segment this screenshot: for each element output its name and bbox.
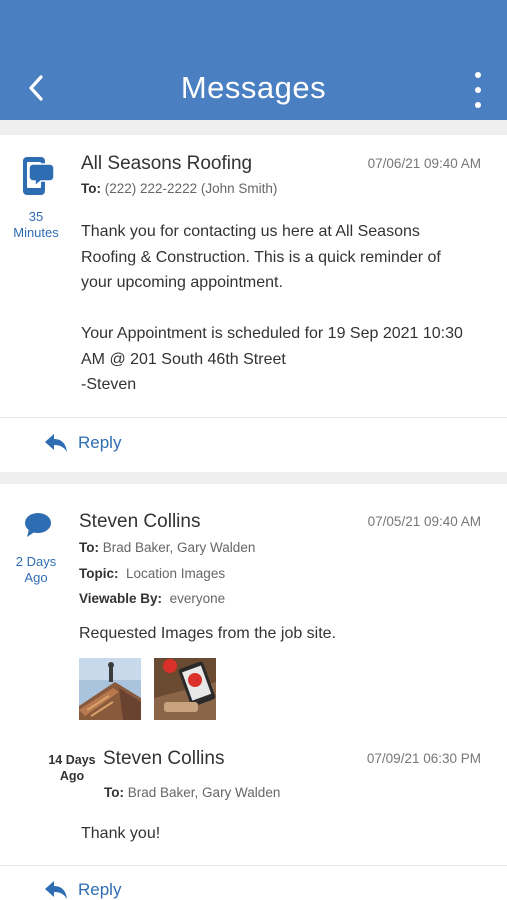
reply-button[interactable]: Reply	[44, 880, 121, 900]
app-bar: Messages	[0, 0, 507, 120]
recipient-line: To: Brad Baker, Gary Walden	[79, 540, 256, 555]
sub-message-body: Thank you!	[81, 825, 161, 842]
sub-recipient-line: To: Brad Baker, Gary Walden	[104, 785, 281, 800]
attachment-thumbnail[interactable]	[79, 658, 141, 720]
sender-name: Steven Collins	[79, 511, 201, 532]
sub-message-age: 14 Days Ago	[48, 753, 96, 783]
message-card: 35 Minutes All Seasons Roofing 07/06/21 …	[0, 135, 507, 472]
message-card: 2 Days Ago Steven Collins 07/05/21 09:40…	[0, 484, 507, 900]
attachment-thumbnail[interactable]	[154, 658, 216, 720]
message-date: 07/06/21 09:40 AM	[367, 156, 481, 171]
sub-sender-name: Steven Collins	[103, 748, 225, 769]
message-body: Thank you for contacting us here at All …	[81, 223, 463, 393]
divider	[0, 417, 507, 418]
phone-message-icon	[21, 155, 55, 202]
chat-bubble-icon	[24, 512, 52, 543]
reply-arrow-icon	[45, 434, 67, 452]
divider	[0, 865, 507, 866]
topic-line: Topic: Location Images	[79, 566, 226, 581]
message-body: Requested Images from the job site.	[79, 625, 337, 642]
page-title: Messages	[180, 70, 327, 105]
viewable-line: Viewable By: everyone	[79, 591, 226, 606]
message-age: 2 Days Ago	[15, 554, 57, 585]
message-age: 35 Minutes	[13, 209, 59, 240]
reply-arrow-icon	[45, 881, 67, 899]
sub-message-date: 07/09/21 06:30 PM	[366, 751, 481, 766]
message-date: 07/05/21 09:40 AM	[367, 514, 481, 529]
recipient-line: To: (222) 222-2222 (John Smith)	[81, 181, 278, 196]
more-options-button[interactable]	[471, 72, 485, 108]
sender-name: All Seasons Roofing	[81, 153, 253, 174]
reply-button[interactable]: Reply	[44, 433, 121, 453]
more-vertical-icon	[475, 72, 481, 78]
